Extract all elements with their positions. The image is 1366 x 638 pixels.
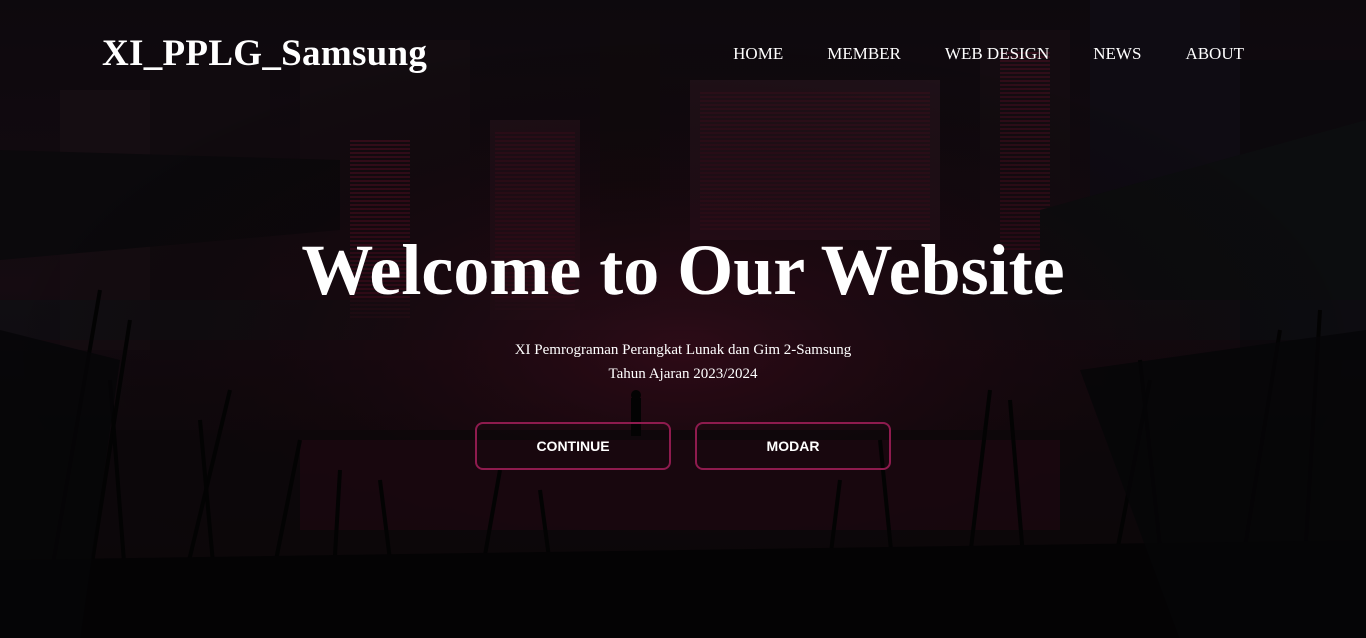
nav-item-about: ABOUT: [1185, 44, 1244, 64]
modar-button[interactable]: MODAR: [695, 422, 891, 470]
nav-link-about[interactable]: ABOUT: [1185, 44, 1244, 63]
nav-link-home[interactable]: HOME: [733, 44, 783, 63]
nav-item-home: HOME: [733, 44, 783, 64]
nav-link-web-design[interactable]: WEB DESIGN: [945, 44, 1049, 63]
nav-link-news[interactable]: NEWS: [1093, 44, 1141, 63]
top-navigation: XI_PPLG_Samsung HOME MEMBER WEB DESIGN N…: [0, 0, 1366, 110]
continue-button[interactable]: CONTINUE: [475, 422, 671, 470]
nav-link-member[interactable]: MEMBER: [827, 44, 901, 63]
hero-subtitle-line-1: XI Pemrograman Perangkat Lunak dan Gim 2…: [514, 342, 852, 358]
nav-item-member: MEMBER: [827, 44, 901, 64]
nav-item-web-design: WEB DESIGN: [945, 44, 1049, 64]
hero-heading: Welcome to Our Website: [301, 230, 1065, 310]
site-logo-title[interactable]: XI_PPLG_Samsung: [102, 32, 427, 76]
hero-section: Welcome to Our Website XI Pemrograman Pe…: [0, 226, 1366, 386]
hero-subtitle: XI Pemrograman Perangkat Lunak dan Gim 2…: [0, 338, 1366, 386]
hero-subtitle-line-2: Tahun Ajaran 2023/2024: [608, 366, 758, 382]
hero-buttons: CONTINUE MODAR: [0, 422, 1366, 470]
nav-menu: HOME MEMBER WEB DESIGN NEWS ABOUT: [733, 44, 1244, 64]
nav-item-news: NEWS: [1093, 44, 1141, 64]
